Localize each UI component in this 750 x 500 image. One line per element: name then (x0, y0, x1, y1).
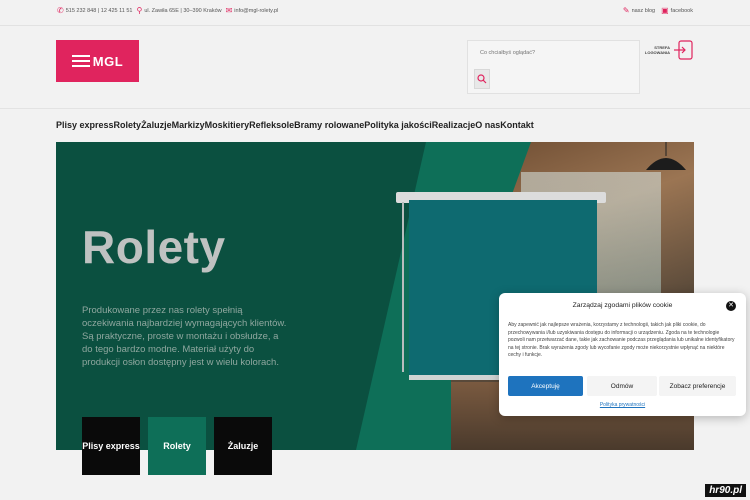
close-icon[interactable]: ✕ (726, 301, 736, 311)
watermark: hr90.pl (705, 484, 746, 497)
card-zaluzje[interactable]: Żaluzje (214, 417, 272, 475)
hero-description: Produkowane przez nas rolety spełnią ocz… (82, 305, 287, 368)
card-rolety[interactable]: Rolety (148, 417, 206, 475)
phone-numbers[interactable]: 515 232 848 | 12 425 11 51 (66, 8, 133, 14)
search-box (467, 40, 640, 94)
address-contact: ⚲ ul. Zawiła 65E | 30–390 Kraków (136, 7, 221, 15)
nav-item-kontakt[interactable]: Kontakt (500, 120, 534, 130)
login-label[interactable]: STREFA LOGOWANIA (640, 45, 670, 55)
cookie-title: Zarządzaj zgodami plików cookie (572, 302, 673, 309)
address-text: ul. Zawiła 65E | 30–390 Kraków (144, 8, 222, 14)
accept-button[interactable]: Akceptuję (508, 376, 583, 396)
nav-item-moskitiery[interactable]: Moskitiery (205, 120, 250, 130)
main-nav: Plisy express Rolety Żaluzje Markizy Mos… (56, 120, 534, 130)
mail-icon: ✉ (225, 6, 233, 15)
top-info-bar: ✆ 515 232 848 | 12 425 11 51 ⚲ ul. Zawił… (0, 0, 750, 26)
privacy-policy-link[interactable]: Polityka prywatności (499, 402, 746, 408)
hero-title: Rolety (82, 221, 226, 273)
nav-item-refleksole[interactable]: Refleksole (249, 120, 294, 130)
nav-item-rolety[interactable]: Rolety (114, 120, 142, 130)
location-pin-icon: ⚲ (136, 6, 143, 15)
roller-blind-chain (402, 202, 404, 372)
nav-item-plisy-express[interactable]: Plisy express (56, 120, 114, 130)
login-icon (674, 40, 693, 60)
nav-item-realizacje[interactable]: Realizacje (432, 120, 476, 130)
facebook-link[interactable]: ▣ facebook (661, 7, 693, 15)
logo-text: MGL (92, 53, 124, 69)
phone-contact[interactable]: ✆ 515 232 848 | 12 425 11 51 (57, 7, 132, 15)
nav-item-bramy-rolowane[interactable]: Bramy rolowane (294, 120, 364, 130)
login-link[interactable]: STREFA LOGOWANIA (640, 40, 693, 60)
nav-item-polityka-jakosci[interactable]: Polityka jakości (364, 120, 432, 130)
deny-button[interactable]: Odmów (587, 376, 657, 396)
facebook-link-label[interactable]: facebook (671, 8, 693, 14)
cookie-consent-dialog: Zarządzaj zgodami plików cookie ✕ Aby za… (499, 293, 746, 416)
category-cards: Plisy express Rolety Żaluzje (82, 417, 280, 475)
preferences-button[interactable]: Zobacz preferencje (659, 376, 736, 396)
search-input[interactable] (480, 50, 630, 56)
logo-mark-icon (71, 55, 90, 67)
blog-link-label[interactable]: nasz blog (632, 8, 656, 14)
search-icon (477, 74, 487, 84)
pencil-icon: ✎ (622, 6, 630, 15)
nav-item-o-nas[interactable]: O nas (475, 120, 500, 130)
pendant-lamp-icon (646, 142, 686, 170)
social-links: ✎ nasz blog ▣ facebook (617, 7, 693, 15)
card-plisy-express[interactable]: Plisy express (82, 417, 140, 475)
blog-link[interactable]: ✎ nasz blog (623, 7, 655, 15)
email-link[interactable]: info@mgl-rolety.pl (234, 8, 278, 14)
search-button[interactable] (474, 69, 490, 89)
nav-item-markizy[interactable]: Markizy (172, 120, 205, 130)
nav-item-zaluzje[interactable]: Żaluzje (141, 120, 172, 130)
contact-info: ✆ 515 232 848 | 12 425 11 51 ⚲ ul. Zawił… (57, 7, 282, 15)
cookie-text: Aby zapewnić jak najlepsze wrażenia, kor… (508, 322, 735, 358)
header-divider (0, 108, 750, 109)
email-contact[interactable]: ✉ info@mgl-rolety.pl (226, 7, 279, 15)
phone-icon: ✆ (57, 6, 64, 15)
facebook-icon: ▣ (661, 6, 669, 15)
site-logo[interactable]: MGL (56, 40, 139, 82)
